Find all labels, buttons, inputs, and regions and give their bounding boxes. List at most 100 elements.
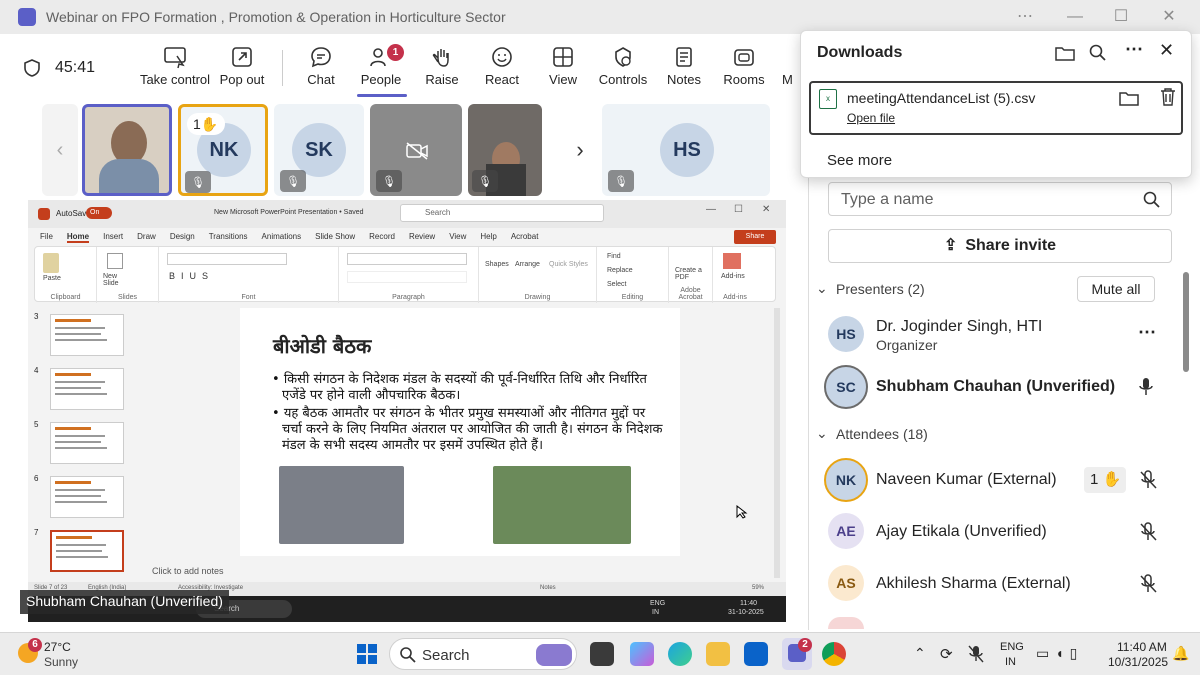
participant-tile-video[interactable] <box>82 104 172 196</box>
notes-placeholder[interactable]: Click to add notes <box>152 566 224 576</box>
participant-tile-nk[interactable]: NK 1✋ 🎙 <box>178 104 268 196</box>
create-pdf-button[interactable]: Create a PDF <box>675 267 709 281</box>
take-control-button[interactable]: Take control <box>139 42 211 96</box>
sync-icon[interactable]: ⟳ <box>940 645 953 663</box>
ppt-tab-insert[interactable]: Insert <box>103 232 123 241</box>
edge-icon[interactable] <box>668 642 692 666</box>
attendees-section-label[interactable]: Attendees (18) <box>836 426 928 442</box>
ppt-tab-record[interactable]: Record <box>369 232 395 241</box>
download-item[interactable]: x meetingAttendanceList (5).csv Open fil… <box>809 81 1183 135</box>
search-icon[interactable] <box>1089 44 1107 62</box>
taskbar-search[interactable]: Search <box>389 638 577 670</box>
mute-all-button[interactable]: Mute all <box>1077 276 1155 302</box>
more-button[interactable]: M <box>782 42 802 96</box>
mic-off-icon[interactable] <box>1140 522 1158 542</box>
addins-icon[interactable] <box>723 253 741 269</box>
paste-icon[interactable] <box>43 253 59 273</box>
outlook-icon[interactable] <box>744 642 768 666</box>
participant-more-icon[interactable]: ⋯ <box>1138 322 1156 343</box>
more-options-icon[interactable]: ⋯ <box>1012 6 1038 28</box>
mic-on-icon[interactable] <box>1138 377 1154 397</box>
close-icon[interactable]: ✕ <box>1159 40 1174 61</box>
copilot-icon[interactable] <box>630 642 654 666</box>
font-style-buttons[interactable]: BIUS <box>169 271 214 281</box>
ppt-tab-help[interactable]: Help <box>480 232 496 241</box>
strip-prev-button[interactable]: ‹ <box>42 104 78 196</box>
ppt-tab-file[interactable]: File <box>40 232 53 241</box>
show-in-folder-icon[interactable] <box>1119 89 1139 107</box>
ppt-maximize-icon[interactable]: ☐ <box>734 204 743 215</box>
participant-tile-camera-off[interactable]: 🎙 <box>370 104 462 196</box>
file-explorer-icon[interactable] <box>706 642 730 666</box>
new-slide-icon[interactable] <box>107 253 123 269</box>
shared-screen-powerpoint: AutoSave On New Microsoft PowerPoint Pre… <box>28 200 786 596</box>
ppt-titlebar: AutoSave On New Microsoft PowerPoint Pre… <box>28 200 786 228</box>
open-file-link[interactable]: Open file <box>847 111 895 125</box>
raise-hand-icon <box>432 49 449 67</box>
participant-tile-sk[interactable]: SK 🎙 <box>274 104 364 196</box>
current-slide[interactable]: बीओडी बैठक • किसी संगठन के निदेशक मंडल क… <box>240 308 680 556</box>
paragraph-controls[interactable] <box>347 253 467 265</box>
slide-thumbnail[interactable] <box>50 476 124 518</box>
slide-thumbnail[interactable] <box>50 368 124 410</box>
task-view-icon[interactable] <box>590 642 614 666</box>
see-more-link[interactable]: See more <box>827 152 892 169</box>
presenters-section-label[interactable]: Presenters (2) <box>836 281 925 297</box>
ppt-tab-transitions[interactable]: Transitions <box>209 232 248 241</box>
network-volume-battery-icons[interactable]: ▭◖▯ <box>1036 645 1083 662</box>
mic-muted-tray-icon[interactable] <box>968 645 984 663</box>
ppt-tab-slide-show[interactable]: Slide Show <box>315 232 355 241</box>
clock-date[interactable]: 10/31/2025 <box>1108 655 1168 669</box>
ppt-tab-draw[interactable]: Draw <box>137 232 156 241</box>
windows-start-icon[interactable] <box>356 643 378 665</box>
ppt-tab-view[interactable]: View <box>449 232 466 241</box>
avatar-partial <box>828 617 864 629</box>
select-button[interactable]: Select <box>607 281 626 288</box>
presenters-collapse-icon[interactable]: ⌄ <box>816 280 828 297</box>
open-folder-icon[interactable] <box>1055 44 1075 62</box>
tray-chevron-icon[interactable]: ⌃ <box>914 645 926 662</box>
rooms-button[interactable]: Rooms <box>708 42 780 96</box>
ppt-close-icon[interactable]: ✕ <box>762 204 770 215</box>
arrange-button[interactable]: Arrange <box>515 261 540 268</box>
mic-off-icon[interactable] <box>1140 470 1158 490</box>
minimize-button[interactable]: — <box>1062 6 1088 28</box>
share-invite-button[interactable]: ⇪ Share invite <box>828 229 1172 263</box>
alignment-controls[interactable] <box>347 271 467 283</box>
meeting-timer: 45:41 <box>55 59 96 76</box>
close-button[interactable]: ✕ <box>1156 6 1182 28</box>
slide-thumbnail-selected[interactable] <box>50 530 124 572</box>
ppt-minimize-icon[interactable]: — <box>706 204 716 215</box>
pop-out-button[interactable]: Pop out <box>206 42 278 96</box>
clock-time[interactable]: 11:40 AM <box>1117 640 1167 654</box>
chrome-icon[interactable] <box>822 642 846 666</box>
quick-styles-button[interactable]: Quick Styles <box>549 261 589 268</box>
ppt-tab-home[interactable]: Home <box>66 232 90 243</box>
mic-off-icon[interactable] <box>1140 574 1158 594</box>
find-button[interactable]: Find <box>607 253 621 260</box>
ppt-search-input[interactable]: Search <box>400 204 604 222</box>
ppt-scrollbar[interactable] <box>774 308 780 578</box>
people-search-input[interactable]: Type a name <box>828 182 1172 216</box>
maximize-button[interactable]: ☐ <box>1108 6 1134 28</box>
strip-next-button[interactable]: › <box>562 104 598 196</box>
participant-tile-hs[interactable]: HS 🎙 <box>602 104 770 196</box>
people-panel-scrollbar[interactable] <box>1183 272 1189 372</box>
slide-thumbnail[interactable] <box>50 314 124 356</box>
participant-tile-video-2[interactable]: 🎙 <box>468 104 542 196</box>
attendees-collapse-icon[interactable]: ⌄ <box>816 425 828 442</box>
ppt-tab-design[interactable]: Design <box>170 232 195 241</box>
slide-thumbnail[interactable] <box>50 422 124 464</box>
replace-button[interactable]: Replace <box>607 267 633 274</box>
autosave-toggle[interactable]: On <box>86 207 112 219</box>
font-family-select[interactable] <box>167 253 287 265</box>
ppt-tab-animations[interactable]: Animations <box>262 232 302 241</box>
more-options-icon[interactable]: ⋯ <box>1125 39 1143 60</box>
input-language[interactable]: ENG <box>1000 641 1024 653</box>
ppt-share-button[interactable]: Share <box>734 230 776 244</box>
delete-icon[interactable] <box>1159 87 1177 107</box>
ppt-tab-review[interactable]: Review <box>409 232 435 241</box>
ppt-tab-acrobat[interactable]: Acrobat <box>511 232 539 241</box>
notifications-icon[interactable]: 🔔 <box>1172 645 1189 662</box>
shapes-button[interactable]: Shapes <box>485 261 509 268</box>
